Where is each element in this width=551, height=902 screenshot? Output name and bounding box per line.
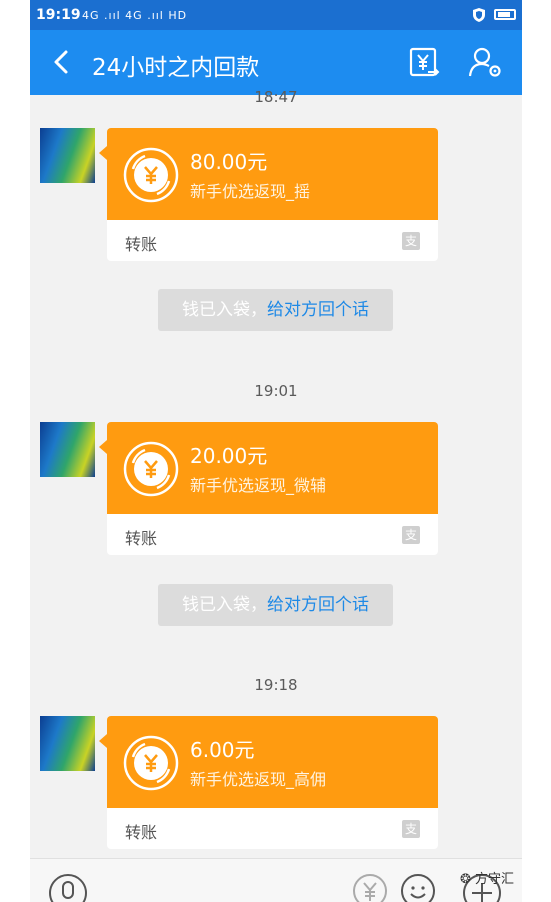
transfer-card[interactable]: 6.00元 新手优选返现_高佣 转账 支 <box>99 716 438 849</box>
yuan-coin-icon <box>123 735 179 791</box>
transfer-label: 转账 <box>125 529 158 548</box>
transfer-label: 转账 <box>125 823 158 842</box>
battery-icon <box>494 9 516 20</box>
transfer-card[interactable]: 20.00元 新手优选返现_微辅 转账 支 <box>99 422 438 555</box>
chat-title: 24小时之内回款 <box>92 55 260 81</box>
notice-text: 钱已入袋， <box>182 595 267 615</box>
timestamp: 19:01 <box>254 382 298 400</box>
microphone-icon[interactable] <box>48 873 88 902</box>
timestamp: 18:47 <box>254 88 298 106</box>
watermark-text: 方守汇 <box>475 872 515 887</box>
notice-text: 钱已入袋， <box>182 300 267 320</box>
system-notice: 钱已入袋，给对方回个话 <box>158 289 393 331</box>
back-arrow-icon[interactable] <box>48 48 76 76</box>
yuan-coin-icon <box>123 441 179 497</box>
transfer-description: 新手优选返现_微辅 <box>190 476 327 495</box>
yuan-coin-icon <box>123 147 179 203</box>
shield-icon <box>473 8 485 22</box>
nav-bar: 24小时之内回款 <box>30 30 522 95</box>
status-time: 19:19 <box>36 7 81 23</box>
transfer-amount: 6.00元 <box>190 738 255 762</box>
transfer-amount: 80.00元 <box>190 150 268 174</box>
alipay-logo-icon: 支 <box>402 526 420 544</box>
user-settings-icon[interactable] <box>468 46 502 78</box>
input-toolbar <box>30 858 522 902</box>
yuan-transfer-icon[interactable] <box>408 46 440 78</box>
signal-indicator: 4G .ııl 4G .ııl HD <box>82 9 188 22</box>
system-notice: 钱已入袋，给对方回个话 <box>158 584 393 626</box>
transfer-label: 转账 <box>125 235 158 254</box>
alipay-logo-icon: 支 <box>402 820 420 838</box>
wechat-icon: ❂ <box>460 872 471 887</box>
transfer-amount: 20.00元 <box>190 444 268 468</box>
chat-screen: 19:19 4G .ııl 4G .ııl HD 24小时之内回款 18:47 <box>30 0 522 902</box>
transfer-description: 新手优选返现_高佣 <box>190 770 327 789</box>
reply-link[interactable]: 给对方回个话 <box>267 300 369 320</box>
status-bar: 19:19 4G .ııl 4G .ııl HD <box>30 0 522 30</box>
timestamp: 19:18 <box>254 676 298 694</box>
reply-link[interactable]: 给对方回个话 <box>267 595 369 615</box>
alipay-logo-icon: 支 <box>402 232 420 250</box>
yuan-icon[interactable] <box>352 873 388 902</box>
smiley-icon[interactable] <box>400 873 436 902</box>
avatar[interactable] <box>40 716 95 771</box>
transfer-description: 新手优选返现_摇 <box>190 182 311 201</box>
avatar[interactable] <box>40 422 95 477</box>
watermark: ❂ 方守汇 <box>460 868 514 887</box>
avatar[interactable] <box>40 128 95 183</box>
transfer-card[interactable]: 80.00元 新手优选返现_摇 转账 支 <box>99 128 438 261</box>
